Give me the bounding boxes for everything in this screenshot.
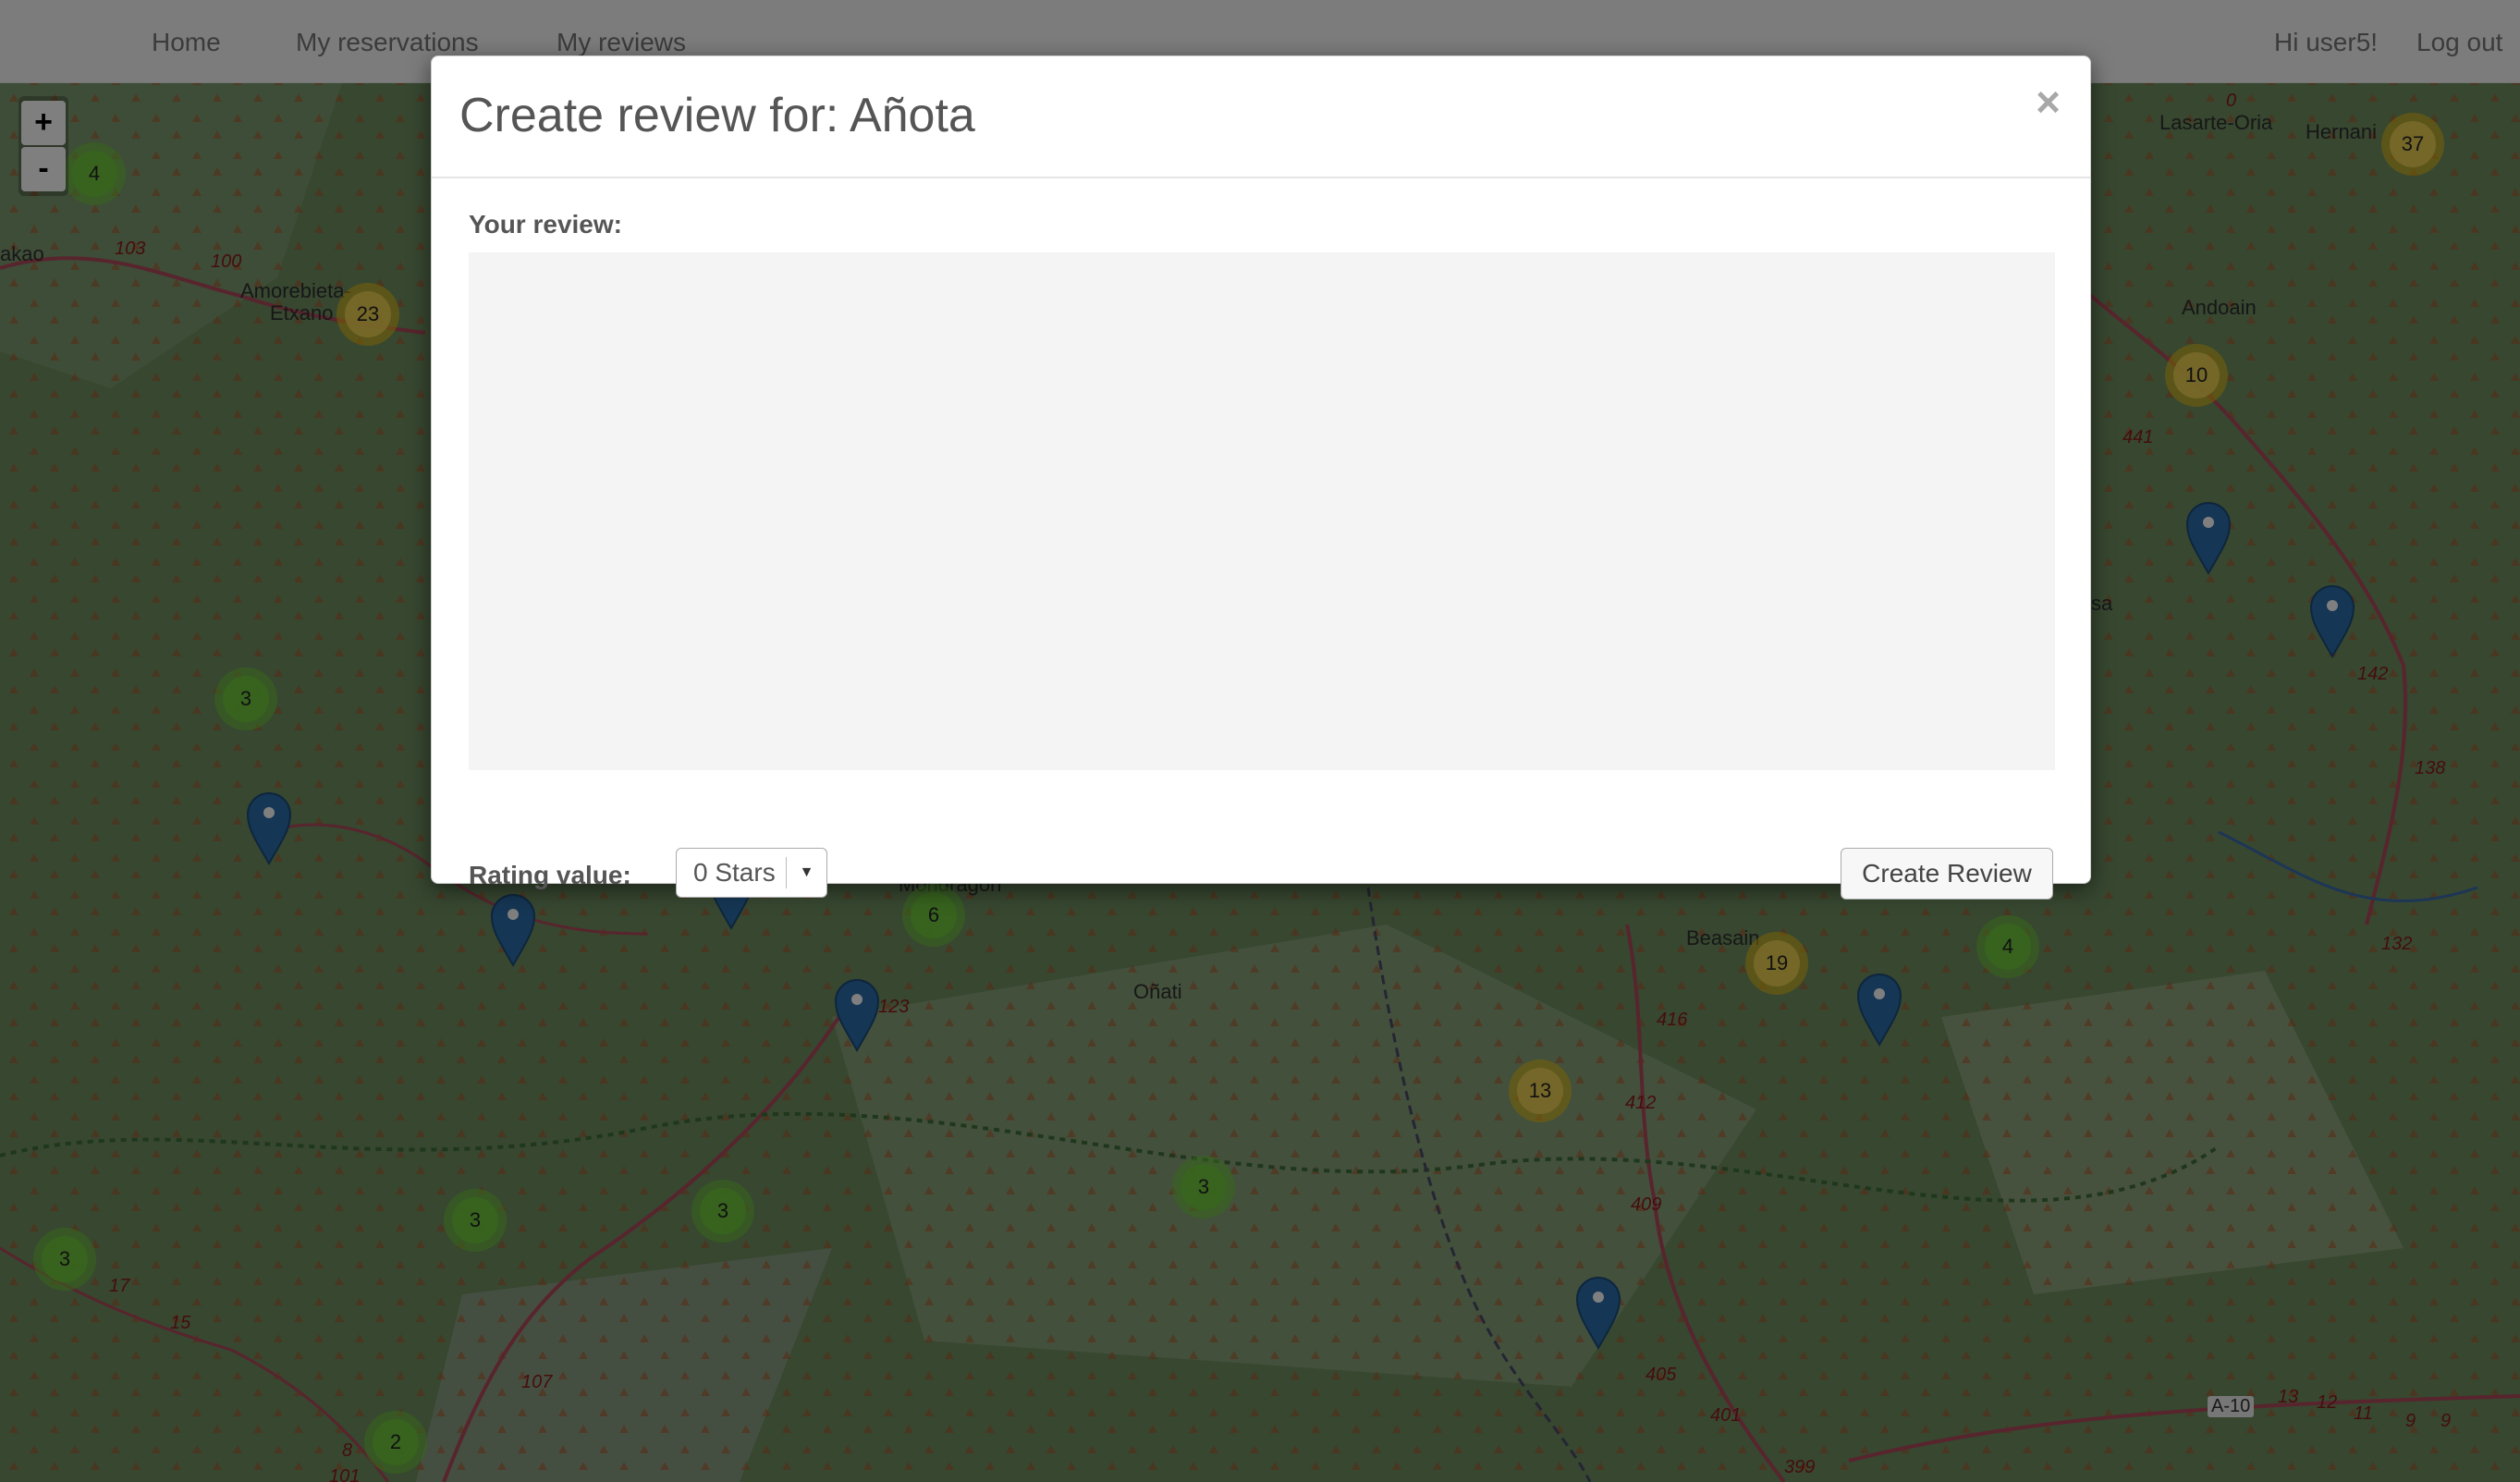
modal-header: Create review for: Añota × [432, 56, 2090, 178]
rating-label: Rating value: [469, 861, 631, 889]
modal-body: Your review: Rating value: 0 Stars ▼ Cre… [469, 178, 2055, 900]
review-textarea[interactable] [469, 252, 2055, 770]
review-label: Your review: [469, 210, 622, 239]
create-review-modal: Create review for: Añota × Your review: … [431, 55, 2091, 900]
modal-title: Create review for: Añota [459, 89, 975, 142]
rating-select[interactable]: 0 Stars ▼ [676, 848, 827, 898]
caret-down-icon: ▼ [799, 864, 814, 880]
create-review-button[interactable]: Create Review [1841, 848, 2053, 900]
close-icon[interactable]: × [2036, 77, 2061, 127]
rating-selected-value: 0 Stars [693, 858, 776, 887]
